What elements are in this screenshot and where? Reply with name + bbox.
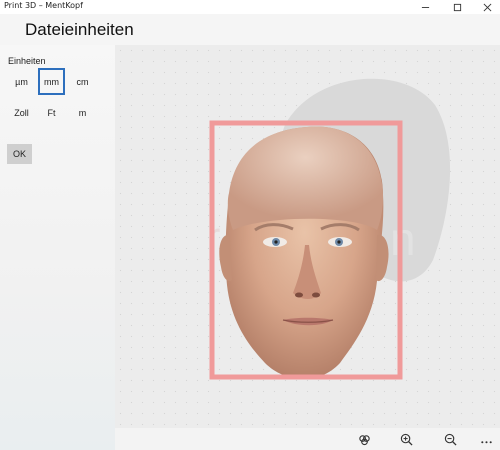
view-toolbar (115, 428, 500, 450)
title-bar: Print 3D – MentKopf (0, 0, 500, 14)
unit-option-micrometer[interactable]: µm (8, 68, 35, 95)
unit-option-millimeter[interactable]: mm (38, 68, 65, 95)
unit-option-feet[interactable]: Ft (38, 99, 65, 126)
background-glyph: n (390, 213, 416, 265)
unit-option-meter[interactable]: m (69, 99, 96, 126)
units-panel: Einheiten µm mm cm Zoll Ft m OK (0, 45, 115, 450)
window-title: Print 3D – MentKopf (4, 1, 83, 10)
scene-canvas: n r (207, 78, 451, 380)
model-viewport[interactable]: n r (115, 45, 500, 428)
more-icon[interactable] (477, 431, 495, 447)
units-label: Einheiten (8, 56, 46, 66)
maximize-icon[interactable] (446, 0, 468, 14)
zoom-in-icon[interactable] (397, 431, 415, 447)
close-icon[interactable] (476, 0, 498, 14)
zoom-out-icon[interactable] (441, 431, 459, 447)
unit-option-inch[interactable]: Zoll (8, 99, 35, 126)
ok-button[interactable]: OK (7, 144, 32, 164)
view-3d-icon[interactable] (355, 431, 373, 447)
page-header: Dateieinheiten (0, 14, 500, 45)
page-title: Dateieinheiten (25, 20, 134, 39)
minimize-icon[interactable] (414, 0, 436, 14)
unit-option-centimeter[interactable]: cm (69, 68, 96, 95)
head-model (219, 126, 389, 379)
